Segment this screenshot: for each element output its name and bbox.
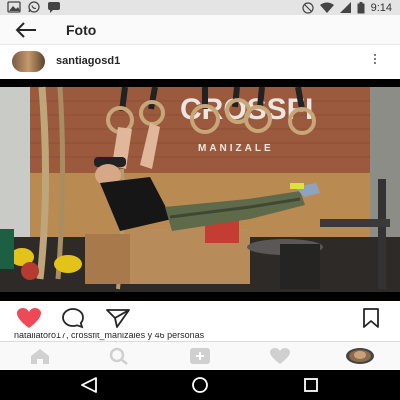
back-triangle-icon[interactable] (80, 377, 98, 393)
cell-signal-icon (339, 2, 351, 13)
arrow-left-icon[interactable] (14, 21, 38, 39)
comment-icon[interactable] (61, 307, 85, 329)
home-icon[interactable] (29, 347, 51, 365)
avatar[interactable] (12, 51, 45, 72)
clock: 9:14 (370, 1, 392, 14)
photo-sign-subtext: MANIZALE (198, 143, 274, 154)
wifi-icon (319, 2, 334, 13)
bottom-navigation (0, 341, 400, 370)
likes-summary[interactable]: nataliatoro17, crossfit_manizales y 46 p… (14, 333, 394, 341)
post-actions (0, 302, 400, 332)
add-icon[interactable] (189, 347, 211, 365)
battery-icon (357, 1, 365, 13)
notification-icons (7, 1, 61, 13)
signal-off-icon (301, 1, 314, 14)
android-navigation-bar (0, 370, 400, 400)
bookmark-icon[interactable] (362, 307, 380, 329)
whatsapp-icon (28, 1, 40, 13)
status-bar: 9:14 (0, 0, 400, 15)
home-circle-icon[interactable] (190, 377, 210, 393)
recents-square-icon[interactable] (303, 377, 319, 393)
more-vertical-icon[interactable] (372, 54, 378, 68)
system-icons: 9:14 (301, 0, 392, 15)
chat-icon (48, 2, 60, 13)
instagram-photo-screen: 9:14 Foto santiagosd1 CROSSFI MANIZALE n… (0, 0, 400, 400)
app-bar: Foto (0, 15, 400, 45)
search-icon[interactable] (108, 347, 130, 365)
heart-filled-icon[interactable] (16, 307, 42, 329)
activity-heart-icon[interactable] (269, 347, 291, 365)
send-icon[interactable] (105, 307, 131, 329)
image-icon (7, 1, 21, 13)
post-photo[interactable]: CROSSFI MANIZALE (0, 79, 400, 301)
likes-text: nataliatoro17, crossfit_manizales y 46 p… (14, 333, 205, 340)
page-title: Foto (66, 22, 97, 38)
profile-avatar-icon[interactable] (345, 347, 375, 365)
post-username[interactable]: santiagosd1 (56, 55, 120, 67)
post-header: santiagosd1 (0, 46, 400, 78)
photo-scene: CROSSFI MANIZALE (0, 86, 400, 292)
